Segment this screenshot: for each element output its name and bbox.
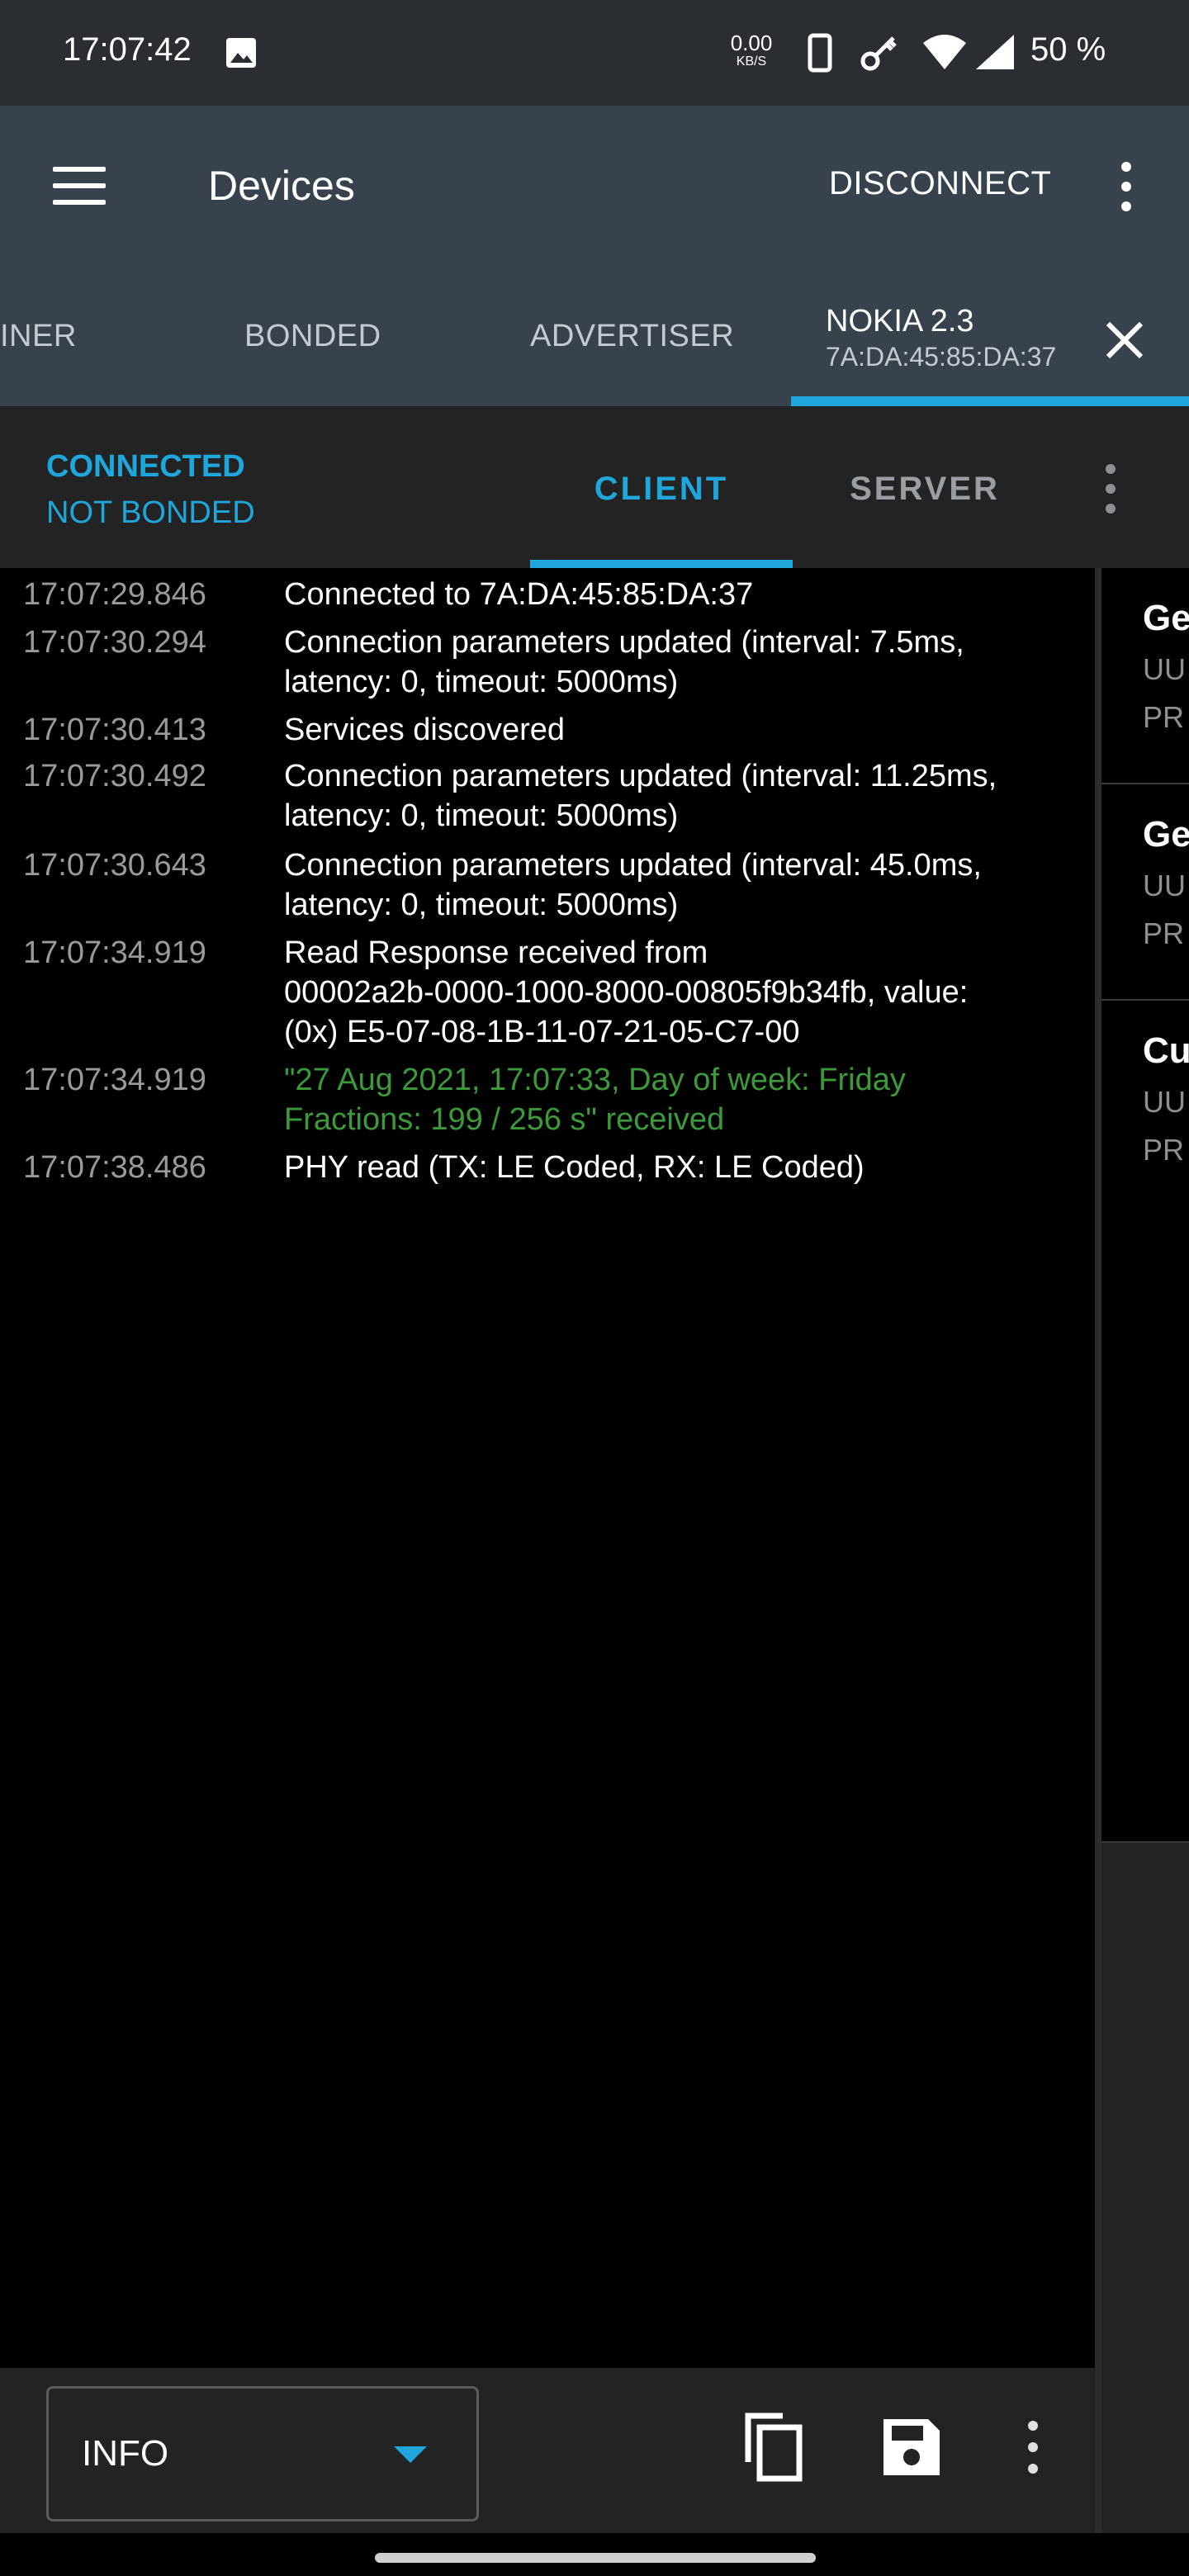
tab-client[interactable]: CLIENT [530, 471, 793, 508]
tab-scanner[interactable]: INER [0, 319, 77, 354]
dropdown-arrow-icon [394, 2446, 427, 2463]
log-time: 17:07:34.919 [23, 935, 206, 970]
service-item[interactable]: Ge UU PR [1101, 568, 1189, 784]
wifi-icon [921, 33, 968, 75]
status-time: 17:07:42 [63, 31, 192, 68]
log-message: PHY read (TX: LE Coded, RX: LE Coded) [284, 1150, 865, 1185]
key-icon [859, 33, 900, 77]
log-level-select[interactable]: INFO [46, 2386, 479, 2522]
more-options-icon[interactable] [1110, 159, 1143, 215]
log-message: Connection parameters updated (interval:… [284, 759, 997, 833]
service-property: PR [1143, 1133, 1185, 1167]
close-icon[interactable] [1100, 315, 1149, 365]
service-uuid: UU [1143, 652, 1186, 686]
tab-bonded[interactable]: BONDED [244, 319, 381, 354]
log-time: 17:07:30.413 [23, 713, 206, 747]
service-title: Cu [1143, 1030, 1189, 1071]
active-tab-indicator [791, 396, 1189, 406]
client-tab-indicator [530, 560, 793, 568]
connection-state: CONNECTED [46, 449, 245, 484]
log-time: 17:07:30.643 [23, 848, 206, 883]
connection-more-icon[interactable] [1098, 462, 1123, 515]
log-time: 17:07:29.846 [23, 577, 206, 612]
signal-icon [974, 33, 1016, 75]
tab-server[interactable]: SERVER [793, 471, 1057, 508]
log-message: Connection parameters updated (interval:… [284, 625, 964, 699]
service-property: PR [1143, 700, 1185, 734]
log-list[interactable]: 17:07:29.846 Connected to 7A:DA:45:85:DA… [0, 568, 1095, 2368]
service-uuid: UU [1143, 1085, 1186, 1119]
log-message: Services discovered [284, 713, 566, 747]
log-time: 17:07:30.492 [23, 759, 206, 793]
service-item[interactable]: Cu UU PR [1101, 1001, 1189, 1843]
device-name: NOKIA 2.3 [826, 304, 974, 339]
copy-icon[interactable] [740, 2411, 806, 2484]
log-message: Connection parameters updated (interval:… [284, 848, 982, 922]
service-title: Ge [1143, 598, 1189, 638]
log-message: "27 Aug 2021, 17:07:33, Day of week: Fri… [284, 1063, 906, 1137]
home-indicator[interactable] [375, 2553, 816, 2563]
network-speed: 0.00 KB/S [727, 31, 776, 69]
services-empty-area [1101, 1843, 1189, 2533]
save-icon[interactable] [880, 2416, 943, 2479]
menu-icon[interactable] [50, 162, 112, 211]
service-property: PR [1143, 916, 1185, 950]
services-panel: Ge UU PR Ge UU PR Cu UU PR [1101, 568, 1189, 1843]
service-item[interactable]: Ge UU PR [1101, 784, 1189, 1001]
panel-divider[interactable] [1095, 568, 1101, 2533]
battery-percent: 50 % [1030, 31, 1106, 68]
device-address: 7A:DA:45:85:DA:37 [826, 342, 1057, 372]
log-time: 17:07:34.919 [23, 1063, 206, 1097]
log-level-value: INFO [82, 2433, 169, 2474]
log-more-icon[interactable] [1022, 2419, 1044, 2475]
bond-state: NOT BONDED [46, 495, 255, 530]
service-title: Ge [1143, 814, 1189, 855]
phone-icon [808, 33, 832, 77]
log-message: Read Response received from 00002a2b-000… [284, 935, 969, 1049]
log-time: 17:07:30.294 [23, 625, 206, 660]
tab-advertiser[interactable]: ADVERTISER [530, 319, 734, 354]
disconnect-button[interactable]: DISCONNECT [829, 165, 1051, 202]
log-time: 17:07:38.486 [23, 1150, 206, 1185]
network-speed-value: 0.00 [730, 31, 773, 55]
image-icon [225, 36, 258, 69]
log-message: Connected to 7A:DA:45:85:DA:37 [284, 577, 754, 612]
network-speed-unit: KB/S [736, 54, 767, 69]
tab-device[interactable]: NOKIA 2.3 7A:DA:45:85:DA:37 [791, 301, 1189, 406]
page-title: Devices [208, 163, 355, 209]
service-uuid: UU [1143, 869, 1186, 902]
